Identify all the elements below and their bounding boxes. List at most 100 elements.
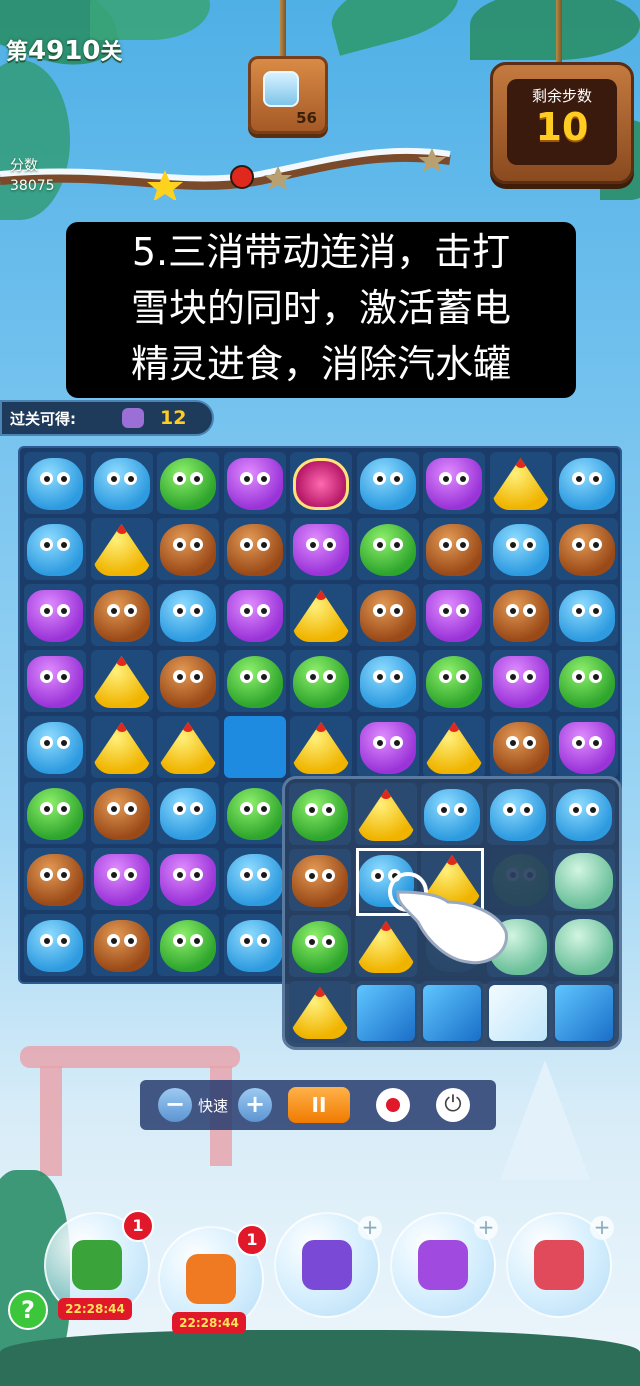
board-cell[interactable]	[157, 518, 219, 580]
can-piece[interactable]	[555, 919, 613, 975]
purple-piece[interactable]	[93, 854, 150, 906]
blue-piece[interactable]	[27, 524, 83, 576]
board-cell[interactable]	[90, 452, 153, 514]
can-piece[interactable]	[555, 853, 613, 909]
speed-minus-button[interactable]: −	[158, 1088, 192, 1122]
yellow-piece[interactable]	[93, 722, 150, 774]
green-piece[interactable]	[226, 656, 283, 708]
board-cell[interactable]	[489, 584, 552, 646]
board-cell[interactable]	[556, 518, 618, 580]
special-piece[interactable]	[293, 458, 349, 510]
board-cell[interactable]	[356, 452, 419, 514]
yellow-piece[interactable]	[93, 524, 150, 576]
ice-piece[interactable]	[357, 985, 415, 1041]
board-cell[interactable]	[290, 452, 352, 514]
booster-clock-button[interactable]: 1 22:28:44	[158, 1224, 268, 1334]
board-cell[interactable]	[24, 848, 86, 910]
board-cell[interactable]	[223, 584, 286, 646]
blue-piece[interactable]	[160, 590, 216, 642]
booster-rocket-purple-button[interactable]: +	[390, 1212, 498, 1318]
board-cell[interactable]	[489, 716, 552, 778]
board-cell[interactable]	[489, 518, 552, 580]
board-cell[interactable]	[290, 518, 352, 580]
blue-piece[interactable]	[27, 920, 83, 972]
purple-piece[interactable]	[426, 458, 482, 510]
yellow-piece[interactable]	[358, 789, 414, 841]
board-cell[interactable]	[157, 914, 219, 976]
booster-shuffle-button[interactable]: 1 22:28:44	[44, 1210, 154, 1320]
board-cell[interactable]	[423, 650, 485, 712]
blue-piece[interactable]	[93, 458, 150, 510]
board-cell[interactable]	[157, 848, 219, 910]
purple-piece[interactable]	[293, 524, 349, 576]
board-cell[interactable]	[90, 584, 153, 646]
brown-piece[interactable]	[426, 524, 482, 576]
purple-piece[interactable]	[359, 722, 416, 774]
green-piece[interactable]	[359, 524, 416, 576]
board-cell[interactable]	[24, 914, 86, 976]
brown-piece[interactable]	[160, 524, 216, 576]
board-cell[interactable]	[556, 650, 618, 712]
yellow-piece[interactable]	[426, 722, 482, 774]
board-cell[interactable]	[223, 518, 286, 580]
board-cell[interactable]	[489, 452, 552, 514]
board-cell[interactable]	[223, 782, 286, 844]
record-button[interactable]	[376, 1088, 410, 1122]
board-cell[interactable]	[157, 716, 219, 778]
board-cell[interactable]	[157, 650, 219, 712]
board-cell[interactable]	[290, 716, 352, 778]
board-cell[interactable]	[223, 914, 286, 976]
brown-piece[interactable]	[27, 854, 83, 906]
blue-piece[interactable]	[559, 458, 615, 510]
board-cell[interactable]	[489, 650, 552, 712]
board-cell[interactable]	[223, 716, 286, 778]
board-cell[interactable]	[423, 716, 485, 778]
board-cell[interactable]	[157, 584, 219, 646]
board-cell[interactable]	[423, 584, 485, 646]
blue-piece[interactable]	[559, 590, 615, 642]
green-piece[interactable]	[559, 656, 615, 708]
purple-piece[interactable]	[160, 854, 216, 906]
board-cell[interactable]	[356, 716, 419, 778]
blue-piece[interactable]	[424, 789, 480, 841]
blue-piece[interactable]	[359, 656, 416, 708]
purple-piece[interactable]	[426, 590, 482, 642]
board-cell[interactable]	[157, 782, 219, 844]
green-piece[interactable]	[160, 920, 216, 972]
board-cell[interactable]	[24, 452, 86, 514]
board-cell[interactable]	[223, 650, 286, 712]
purple-piece[interactable]	[559, 722, 615, 774]
brown-piece[interactable]	[359, 590, 416, 642]
board-cell[interactable]	[423, 452, 485, 514]
board-cell[interactable]	[356, 518, 419, 580]
green-piece[interactable]	[292, 921, 348, 973]
board-cell[interactable]	[556, 716, 618, 778]
green-piece[interactable]	[226, 788, 283, 840]
brown-piece[interactable]	[559, 524, 615, 576]
brown-piece[interactable]	[226, 524, 283, 576]
pause-button[interactable]: II	[288, 1087, 350, 1123]
blue-piece[interactable]	[556, 789, 612, 841]
yellow-piece[interactable]	[293, 590, 349, 642]
green-piece[interactable]	[293, 656, 349, 708]
ice-piece[interactable]	[423, 985, 481, 1041]
board-cell[interactable]	[157, 452, 219, 514]
icewhite-piece[interactable]	[489, 985, 547, 1041]
blue-piece[interactable]	[27, 458, 83, 510]
board-cell[interactable]	[356, 650, 419, 712]
board-cell[interactable]	[423, 518, 485, 580]
blue-piece[interactable]	[160, 788, 216, 840]
green-piece[interactable]	[160, 458, 216, 510]
brown-piece[interactable]	[492, 722, 549, 774]
brown-piece[interactable]	[160, 656, 216, 708]
blue-piece[interactable]	[490, 789, 546, 841]
purple-piece[interactable]	[492, 656, 549, 708]
board-cell[interactable]	[24, 584, 86, 646]
blue-piece[interactable]	[27, 722, 83, 774]
board-cell[interactable]	[90, 518, 153, 580]
board-cell[interactable]	[223, 452, 286, 514]
yellow-piece[interactable]	[293, 722, 349, 774]
board-cell[interactable]	[290, 650, 352, 712]
board-cell[interactable]	[223, 848, 286, 910]
blue-piece[interactable]	[359, 458, 416, 510]
